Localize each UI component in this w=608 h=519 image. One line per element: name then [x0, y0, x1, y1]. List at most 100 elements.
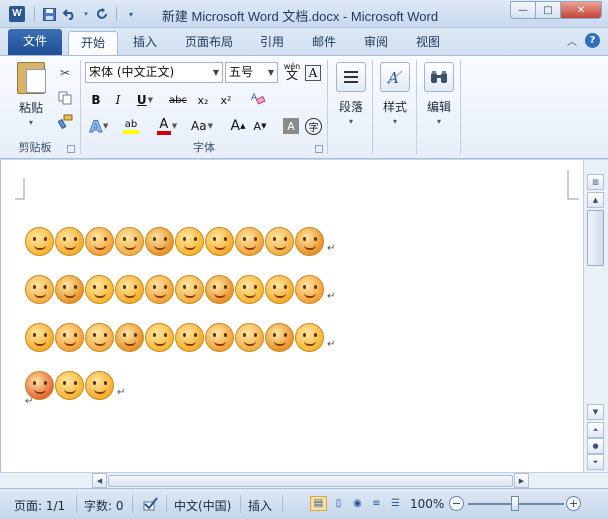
- text-effects-button[interactable]: A ▼: [86, 116, 112, 136]
- emoji-face-icon[interactable]: [265, 275, 294, 304]
- bold-button[interactable]: B: [87, 90, 105, 110]
- emoji-face-icon[interactable]: [265, 227, 294, 256]
- print-layout-view-icon[interactable]: ▤: [310, 496, 327, 511]
- emoji-face-icon[interactable]: [175, 227, 204, 256]
- styles-button[interactable]: A 样式 ▾: [375, 60, 415, 130]
- emoji-face-icon[interactable]: [115, 227, 144, 256]
- enclose-characters-button[interactable]: 字: [304, 116, 323, 136]
- emoji-face-icon[interactable]: [145, 323, 174, 352]
- page-count[interactable]: 页面: 1/1: [14, 497, 65, 514]
- undo-icon[interactable]: [61, 5, 79, 23]
- vertical-scrollbar[interactable]: ▥ ▲ ▼ ⏶ ● ⏷: [583, 160, 608, 472]
- copy-icon[interactable]: [56, 89, 74, 107]
- emoji-face-icon[interactable]: [205, 275, 234, 304]
- emoji-face-icon[interactable]: [175, 323, 204, 352]
- tab-mailings[interactable]: 邮件: [304, 31, 344, 55]
- emoji-face-icon[interactable]: [55, 323, 84, 352]
- paragraph-button[interactable]: 段落 ▾: [331, 60, 371, 130]
- emoji-face-icon[interactable]: [85, 371, 114, 400]
- browse-object-icon[interactable]: ●: [587, 438, 604, 454]
- font-dialog-launcher-icon[interactable]: [315, 145, 323, 153]
- word-app-icon[interactable]: W: [9, 6, 25, 22]
- zoom-slider-thumb[interactable]: [511, 496, 519, 511]
- scroll-left-button[interactable]: ◀: [92, 473, 107, 488]
- language-indicator[interactable]: 中文(中国): [174, 497, 231, 514]
- emoji-face-icon[interactable]: [145, 275, 174, 304]
- emoji-face-icon[interactable]: [235, 275, 264, 304]
- draft-view-icon[interactable]: ☰: [387, 496, 404, 511]
- zoom-level[interactable]: 100%: [410, 497, 444, 511]
- scroll-up-button[interactable]: ▲: [587, 192, 604, 208]
- emoji-face-icon[interactable]: [175, 275, 204, 304]
- tab-review[interactable]: 审阅: [356, 31, 396, 55]
- emoji-face-icon[interactable]: [25, 275, 54, 304]
- change-case-button[interactable]: Aa ▼: [187, 116, 217, 136]
- tab-home[interactable]: 开始: [68, 31, 118, 55]
- word-count[interactable]: 字数: 0: [84, 497, 124, 514]
- emoji-face-icon[interactable]: [55, 275, 84, 304]
- tab-references[interactable]: 引用: [252, 31, 292, 55]
- help-icon[interactable]: ?: [585, 33, 600, 48]
- format-painter-brush-icon[interactable]: [56, 112, 74, 130]
- redo-icon[interactable]: [93, 5, 111, 23]
- clipboard-dialog-launcher-icon[interactable]: [67, 145, 75, 153]
- emoji-face-icon[interactable]: [115, 275, 144, 304]
- editing-button[interactable]: 编辑 ▾: [419, 60, 459, 130]
- italic-button[interactable]: I: [109, 90, 127, 110]
- undo-dropdown-icon[interactable]: ▾: [82, 5, 90, 23]
- scroll-right-button[interactable]: ▶: [514, 473, 529, 488]
- minimize-ribbon-icon[interactable]: ︿: [567, 33, 577, 48]
- proofing-check-icon[interactable]: [140, 496, 160, 511]
- emoji-face-icon[interactable]: [55, 371, 84, 400]
- emoji-face-icon[interactable]: [85, 323, 114, 352]
- zoom-out-button[interactable]: −: [449, 496, 464, 511]
- minimize-button[interactable]: —: [510, 1, 536, 19]
- full-screen-reading-view-icon[interactable]: ▯: [330, 496, 347, 511]
- horizontal-scrollbar[interactable]: ◀ ▶: [0, 472, 608, 488]
- tab-insert[interactable]: 插入: [124, 31, 166, 55]
- font-size-combobox[interactable]: 五号 ▼: [225, 62, 278, 83]
- emoji-face-icon[interactable]: [295, 275, 324, 304]
- save-icon[interactable]: [40, 5, 58, 23]
- emoji-face-icon[interactable]: [235, 227, 264, 256]
- insert-mode-indicator[interactable]: 插入: [248, 497, 272, 514]
- horizontal-scroll-thumb[interactable]: [108, 475, 513, 487]
- emoji-face-icon[interactable]: [25, 323, 54, 352]
- paste-button[interactable]: 粘贴 ▾: [8, 60, 54, 128]
- emoji-face-icon[interactable]: [295, 227, 324, 256]
- clear-formatting-icon[interactable]: A: [248, 88, 268, 108]
- character-border-button[interactable]: A: [304, 63, 322, 83]
- underline-button[interactable]: U ▼: [132, 90, 158, 110]
- zoom-in-button[interactable]: +: [566, 496, 581, 511]
- previous-page-icon[interactable]: ⏶: [587, 422, 604, 438]
- font-name-combobox[interactable]: 宋体 (中文正文) ▼: [85, 62, 223, 83]
- vertical-scroll-thumb[interactable]: [587, 210, 604, 266]
- outline-view-icon[interactable]: ≡: [368, 496, 385, 511]
- phonetic-guide-button[interactable]: wén 文: [282, 61, 302, 81]
- emoji-face-icon[interactable]: [25, 227, 54, 256]
- emoji-face-icon[interactable]: [55, 227, 84, 256]
- cut-scissors-icon[interactable]: ✂: [56, 64, 74, 82]
- character-shading-button[interactable]: A: [282, 116, 300, 136]
- grow-font-button[interactable]: A ▲: [228, 116, 248, 136]
- maximize-button[interactable]: □: [535, 1, 561, 19]
- strikethrough-button[interactable]: abc: [166, 90, 190, 110]
- emoji-face-icon[interactable]: [85, 275, 114, 304]
- tab-page-layout[interactable]: 页面布局: [178, 31, 240, 55]
- shrink-font-button[interactable]: A ▼: [250, 116, 270, 136]
- web-layout-view-icon[interactable]: ◉: [349, 496, 366, 511]
- ruler-toggle-icon[interactable]: ▥: [587, 174, 604, 190]
- emoji-face-icon[interactable]: [115, 323, 144, 352]
- document-page[interactable]: ↵ ↵ ↵ ↵ ↵: [0, 160, 583, 472]
- close-button[interactable]: ✕: [560, 1, 602, 19]
- emoji-face-icon[interactable]: [265, 323, 294, 352]
- font-color-button[interactable]: A ▼: [154, 116, 180, 136]
- emoji-face-icon[interactable]: [295, 323, 324, 352]
- subscript-button[interactable]: x₂: [193, 90, 213, 110]
- tab-file[interactable]: 文件: [8, 29, 62, 55]
- tab-view[interactable]: 视图: [408, 31, 448, 55]
- emoji-face-icon[interactable]: [85, 227, 114, 256]
- scroll-down-button[interactable]: ▼: [587, 404, 604, 420]
- superscript-button[interactable]: x²: [216, 90, 236, 110]
- text-highlight-button[interactable]: ab: [117, 116, 145, 136]
